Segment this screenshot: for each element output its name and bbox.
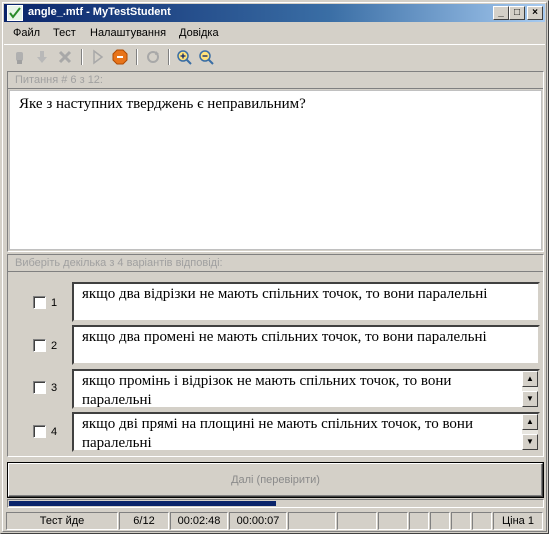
zoom-out-icon[interactable]	[197, 48, 215, 66]
menu-help[interactable]: Довідка	[179, 27, 219, 39]
answers-header: Виберіть декілька з 4 варіантів відповід…	[8, 255, 543, 272]
status-price: Ціна 1	[493, 512, 543, 530]
answer-box-1[interactable]: якщо два відрізки не мають спільних точо…	[72, 282, 540, 322]
answer-row: 1 якщо два відрізки не мають спільних то…	[8, 278, 545, 322]
toolbar-separator	[168, 49, 170, 65]
toolbar-separator	[81, 49, 83, 65]
menu-test[interactable]: Тест	[53, 27, 76, 39]
question-panel: Питання # 6 з 12: Яке з наступних твердж…	[7, 71, 544, 252]
status-cell-empty	[288, 512, 336, 530]
status-cell-empty	[472, 512, 492, 530]
answer-row: 2 якщо два промені не мають спільних точ…	[8, 321, 545, 365]
status-question-time: 00:00:07	[229, 512, 287, 530]
answer-text: якщо два промені не мають спільних точок…	[82, 329, 487, 345]
cross-icon[interactable]	[56, 48, 74, 66]
status-bar: Тест йде 6/12 00:02:48 00:00:07 Ціна 1	[4, 511, 545, 530]
answer-row: 4 якщо дві прямі на площині не мають спі…	[8, 408, 545, 452]
answer-scrollbar[interactable]: ▲ ▼	[522, 371, 538, 407]
refresh-icon[interactable]	[144, 48, 162, 66]
app-icon	[7, 5, 23, 21]
window-title: angle_.mtf - MyTestStudent	[28, 6, 171, 18]
toolbar	[4, 44, 545, 68]
menu-file[interactable]: Файл	[13, 27, 40, 39]
answer-checkbox-1[interactable]	[33, 296, 46, 309]
arrow-down-icon[interactable]	[33, 48, 51, 66]
status-state: Тест йде	[6, 512, 118, 530]
scroll-down-icon[interactable]: ▼	[522, 434, 538, 450]
answer-scrollbar[interactable]: ▲ ▼	[522, 414, 538, 450]
answer-text: якщо два відрізки не мають спільних точо…	[82, 286, 488, 302]
status-cell-empty	[430, 512, 450, 530]
scroll-up-icon[interactable]: ▲	[522, 414, 538, 430]
status-elapsed: 00:02:48	[170, 512, 228, 530]
answer-box-3[interactable]: якщо промінь і відрізок не мають спільни…	[72, 369, 540, 409]
progress-fill	[9, 501, 276, 506]
answers-panel: Виберіть декілька з 4 варіантів відповід…	[7, 254, 544, 457]
answer-checkbox-3[interactable]	[33, 381, 46, 394]
hand-icon[interactable]	[11, 48, 29, 66]
status-cell-empty	[378, 512, 408, 530]
status-cell-empty	[409, 512, 429, 530]
play-icon[interactable]	[89, 48, 107, 66]
answer-row: 3 якщо промінь і відрізок не мають спіль…	[8, 364, 545, 409]
menu-bar: Файл Тест Налаштування Довідка	[4, 24, 545, 42]
answer-number: 3	[51, 382, 58, 394]
status-cell-empty	[337, 512, 377, 530]
app-window: angle_.mtf - MyTestStudent _ □ × Файл Те…	[0, 0, 549, 534]
toolbar-separator	[136, 49, 138, 65]
status-counter: 6/12	[119, 512, 169, 530]
answer-text: якщо дві прямі на площині не мають спіль…	[82, 416, 473, 451]
close-button[interactable]: ×	[527, 6, 543, 20]
answer-number: 2	[51, 340, 58, 352]
answer-box-4[interactable]: якщо дві прямі на площині не мають спіль…	[72, 412, 540, 452]
progress-bar	[7, 499, 544, 508]
answer-number: 1	[51, 297, 58, 309]
answer-box-2[interactable]: якщо два промені не мають спільних точок…	[72, 325, 540, 365]
next-button[interactable]: Далі (перевірити)	[8, 463, 543, 497]
minimize-button[interactable]: _	[493, 6, 509, 20]
answer-number: 4	[51, 426, 58, 438]
question-text: Яке з наступних тверджень є неправильним…	[19, 96, 306, 112]
title-bar[interactable]: angle_.mtf - MyTestStudent _ □ ×	[4, 4, 545, 22]
answer-checkbox-4[interactable]	[33, 425, 46, 438]
zoom-in-icon[interactable]	[175, 48, 193, 66]
maximize-button[interactable]: □	[509, 6, 525, 20]
scroll-up-icon[interactable]: ▲	[522, 371, 538, 387]
question-header: Питання # 6 з 12:	[8, 72, 543, 89]
question-body: Яке з наступних тверджень є неправильним…	[9, 90, 542, 250]
status-cell-empty	[451, 512, 471, 530]
answer-checkbox-2[interactable]	[33, 339, 46, 352]
scroll-down-icon[interactable]: ▼	[522, 391, 538, 407]
stop-icon[interactable]	[111, 48, 129, 66]
answer-text: якщо промінь і відрізок не мають спільни…	[82, 373, 452, 408]
menu-settings[interactable]: Налаштування	[90, 27, 166, 39]
